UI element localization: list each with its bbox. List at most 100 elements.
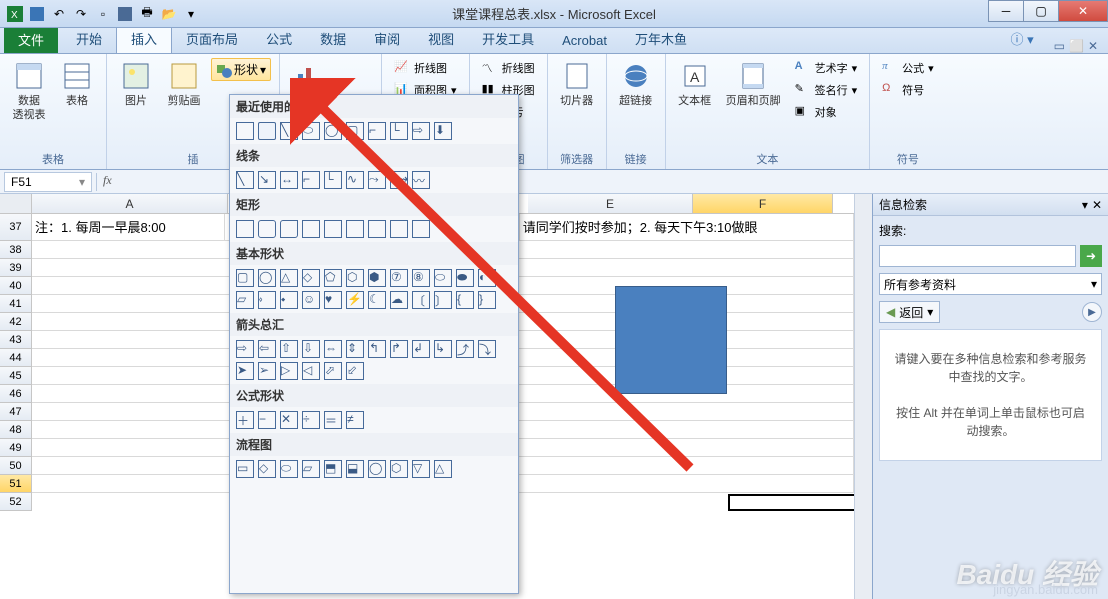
research-back-button[interactable]: ◀ 返回 ▾ [879, 301, 940, 323]
header-footer-button[interactable]: 页眉和页脚 [722, 58, 785, 110]
shape-item[interactable]: ⬠ [324, 269, 342, 287]
shape-item[interactable]: ➤ [236, 362, 254, 380]
maximize-button[interactable]: ▢ [1023, 0, 1059, 22]
active-cell-f51[interactable] [728, 494, 854, 511]
hyperlink-button[interactable]: 超链接 [615, 58, 657, 110]
pane-close-icon[interactable]: ✕ [1092, 198, 1102, 212]
shape-item[interactable]: ⚡ [346, 291, 364, 309]
shape-item[interactable]: ⬬ [456, 269, 474, 287]
textbox-button[interactable]: A 文本框 [674, 58, 716, 110]
shape-item[interactable]: ∿ [346, 171, 364, 189]
shape-item[interactable]: ☁ [390, 291, 408, 309]
row-header[interactable]: 51 [0, 475, 32, 493]
shape-item[interactable]: ↔ [280, 171, 298, 189]
tab-insert[interactable]: 插入 [116, 24, 172, 53]
cell-a37[interactable]: 注：1. 每周一早晨8:00 [32, 214, 225, 240]
open-icon[interactable]: 📂 [160, 5, 178, 23]
shape-item[interactable]: ▭ [236, 460, 254, 478]
shape-item[interactable]: ☺ [302, 291, 320, 309]
shape-item[interactable]: ✕ [280, 411, 298, 429]
cell-e37[interactable]: 请同学们按时参加；2. 每天下午3:10做眼 [520, 214, 854, 240]
shape-item[interactable]: } [478, 291, 496, 309]
shape-item[interactable]: ▢ [236, 269, 254, 287]
pane-dropdown-icon[interactable]: ▾ [1082, 198, 1088, 212]
shape-item[interactable]: ⇕ [346, 340, 364, 358]
shape-item[interactable] [302, 220, 320, 238]
col-header-a[interactable]: A [32, 194, 228, 213]
row-header[interactable]: 46 [0, 385, 32, 403]
shape-item[interactable]: ⬢ [368, 269, 386, 287]
equation-button[interactable]: π公式 ▾ [878, 58, 938, 78]
row-header[interactable]: 39 [0, 259, 32, 277]
shape-item[interactable]: ⬡ [390, 460, 408, 478]
shape-item[interactable]: ⇩ [302, 340, 320, 358]
row-header[interactable]: 50 [0, 457, 32, 475]
tab-review[interactable]: 审阅 [360, 25, 414, 53]
redo-icon[interactable]: ↷ [72, 5, 90, 23]
shape-item[interactable]: △ [434, 460, 452, 478]
shape-item[interactable]: ↰ [368, 340, 386, 358]
shape-item[interactable]: ▱ [302, 460, 320, 478]
shape-item[interactable] [368, 220, 386, 238]
shape-item[interactable]: ⬭ [302, 122, 320, 140]
shape-item[interactable]: ╲ [236, 171, 254, 189]
shape-item[interactable]: ↘ [258, 171, 276, 189]
spark-line-button[interactable]: 〽折线图 [478, 58, 539, 78]
tab-developer[interactable]: 开发工具 [468, 25, 548, 53]
shape-item[interactable]: ⌐ [368, 122, 386, 140]
row-header[interactable]: 45 [0, 367, 32, 385]
shape-item[interactable]: ⬃ [346, 362, 364, 380]
shape-item[interactable]: ⬒ [324, 460, 342, 478]
object-button[interactable]: ▣对象 [791, 102, 862, 122]
shape-item[interactable]: ▢ [346, 122, 364, 140]
research-forward-button[interactable]: ▶ [1082, 302, 1102, 322]
shape-item[interactable]: ◁ [302, 362, 320, 380]
shape-item[interactable]: ⤳ [368, 171, 386, 189]
shape-item[interactable]: ╲ [280, 122, 298, 140]
shape-item[interactable] [236, 220, 254, 238]
picture-button[interactable]: 图片 [115, 58, 157, 110]
row-header[interactable]: 42 [0, 313, 32, 331]
shape-item[interactable]: ⇨ [236, 340, 254, 358]
shape-item[interactable]: ↳ [434, 340, 452, 358]
signature-button[interactable]: ✎签名行 ▾ [791, 80, 862, 100]
shape-item[interactable] [236, 122, 254, 140]
shape-item[interactable]: ▷ [280, 362, 298, 380]
shape-item[interactable]: ◯ [324, 122, 342, 140]
row-header[interactable]: 38 [0, 241, 32, 259]
shape-item[interactable]: ⬫ [258, 291, 276, 309]
minimize-button[interactable]: ─ [988, 0, 1024, 22]
research-search-input[interactable] [879, 245, 1076, 267]
shape-item[interactable]: ≠ [346, 411, 364, 429]
shape-item[interactable]: ▱ [236, 291, 254, 309]
shape-item[interactable]: ◯ [258, 269, 276, 287]
slicer-button[interactable]: 切片器 [556, 58, 598, 110]
shape-item[interactable]: 〔 [412, 291, 430, 309]
ribbon-close-icon[interactable]: ✕ [1088, 39, 1098, 53]
vertical-scrollbar[interactable] [854, 194, 872, 599]
shape-item[interactable]: ⇦ [258, 340, 276, 358]
ribbon-help-icon[interactable]: ⓘ ▾ [997, 25, 1048, 53]
tab-wnym[interactable]: 万年木鱼 [621, 25, 701, 53]
shape-item[interactable]: ⟿ [390, 171, 408, 189]
new-icon[interactable]: ▫ [94, 5, 112, 23]
tab-formulas[interactable]: 公式 [252, 25, 306, 53]
excel-icon[interactable]: X [6, 5, 24, 23]
row-header[interactable]: 47 [0, 403, 32, 421]
shape-item[interactable]: ⇔ [324, 340, 342, 358]
symbol-button[interactable]: Ω符号 [878, 80, 938, 100]
wordart-button[interactable]: A艺术字 ▾ [791, 58, 862, 78]
shape-item[interactable]: ⇧ [280, 340, 298, 358]
shape-item[interactable]: △ [280, 269, 298, 287]
shape-item[interactable]: ⌐ [302, 171, 320, 189]
shape-item[interactable]: ⬭ [434, 269, 452, 287]
shape-item[interactable] [412, 220, 430, 238]
row-header[interactable]: 44 [0, 349, 32, 367]
shape-item[interactable]: { [456, 291, 474, 309]
tab-page-layout[interactable]: 页面布局 [172, 25, 252, 53]
undo-icon[interactable]: ↶ [50, 5, 68, 23]
shape-item[interactable]: ↲ [412, 340, 430, 358]
shape-item[interactable]: ⬭ [280, 460, 298, 478]
row-header[interactable]: 40 [0, 277, 32, 295]
shape-item[interactable]: ⤴ [456, 340, 474, 358]
